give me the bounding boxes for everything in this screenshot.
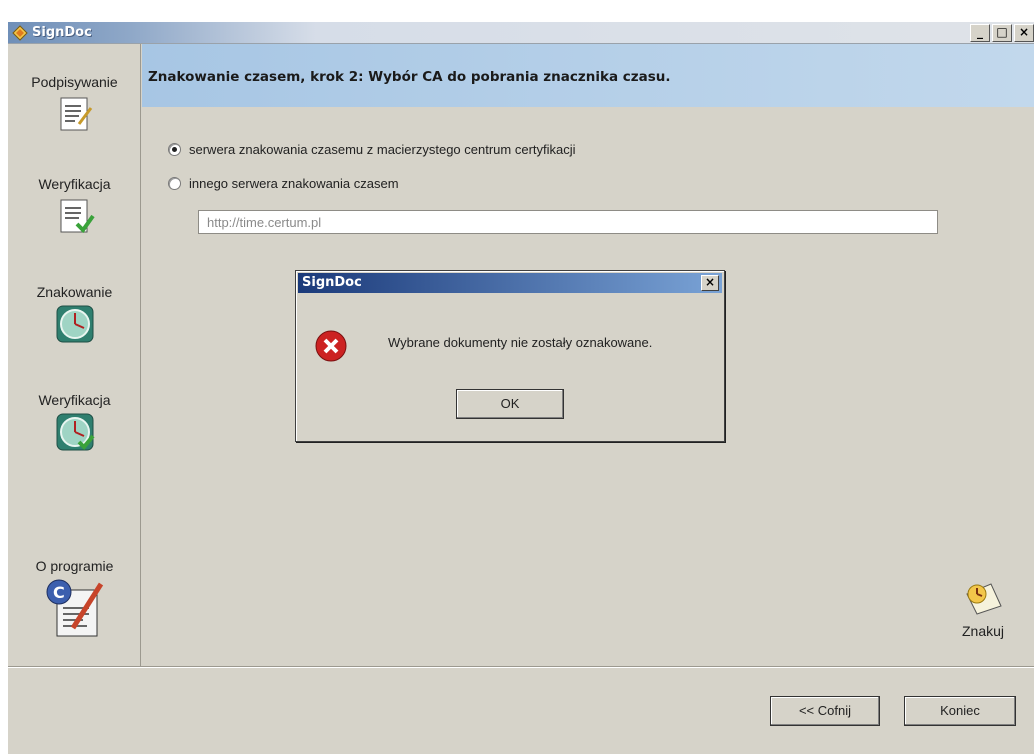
page-title: Znakowanie czasem, krok 2: Wybór CA do p… bbox=[148, 69, 671, 85]
sidebar-item-label: Weryfikacja bbox=[38, 176, 111, 192]
title-bar[interactable]: SignDoc _ □ × bbox=[8, 22, 1034, 44]
dialog-message: Wybrane dokumenty nie zostały oznakowane… bbox=[388, 335, 653, 350]
error-dialog: SignDoc × Wybrane dokumenty nie zostały … bbox=[295, 270, 725, 442]
option-label: serwera znakowania czasemu z macierzyste… bbox=[189, 142, 576, 157]
document-verify-icon bbox=[60, 199, 95, 234]
sidebar-item-weryfikacja[interactable]: Weryfikacja bbox=[8, 176, 141, 239]
maximize-button[interactable]: □ bbox=[992, 24, 1012, 42]
ok-button[interactable]: OK bbox=[456, 389, 564, 419]
sidebar-item-weryfikacja-czasu[interactable]: Weryfikacja bbox=[8, 392, 141, 455]
dialog-title-bar[interactable]: SignDoc × bbox=[298, 273, 722, 293]
document-sign-icon bbox=[60, 97, 92, 131]
close-button[interactable]: × bbox=[1014, 24, 1034, 42]
sidebar: Podpisywanie Weryfikacja Znakowanie Wery… bbox=[8, 44, 141, 666]
option-label: innego serwera znakowania czasem bbox=[189, 176, 399, 191]
footer-divider bbox=[8, 666, 1034, 668]
error-icon bbox=[315, 330, 347, 362]
dialog-title: SignDoc bbox=[302, 275, 362, 290]
option-other-tsa[interactable]: innego serwera znakowania czasem bbox=[168, 176, 399, 191]
tsa-url-input[interactable] bbox=[198, 210, 938, 234]
dialog-close-button[interactable]: × bbox=[701, 275, 719, 291]
sidebar-item-label: O programie bbox=[35, 558, 114, 574]
radio-default-tsa[interactable] bbox=[168, 143, 181, 156]
back-button[interactable]: << Cofnij bbox=[770, 696, 880, 726]
step-header: Znakowanie czasem, krok 2: Wybór CA do p… bbox=[142, 44, 1034, 107]
sidebar-item-podpisywanie[interactable]: Podpisywanie bbox=[8, 74, 141, 137]
sidebar-item-znakowanie[interactable]: Znakowanie bbox=[8, 284, 141, 347]
minimize-button[interactable]: _ bbox=[970, 24, 990, 42]
app-logo-icon bbox=[12, 25, 28, 41]
option-default-tsa[interactable]: serwera znakowania czasemu z macierzyste… bbox=[168, 142, 576, 157]
about-certificate-icon: C bbox=[46, 579, 103, 637]
sidebar-item-label: Znakowanie bbox=[36, 284, 113, 300]
window-title: SignDoc bbox=[32, 25, 92, 40]
sidebar-item-o-programie[interactable]: O programie C bbox=[8, 558, 141, 641]
radio-other-tsa[interactable] bbox=[168, 177, 181, 190]
znakuj-label: Znakuj bbox=[961, 623, 1005, 639]
znakuj-button[interactable]: Znakuj bbox=[943, 580, 1023, 639]
svg-text:C: C bbox=[53, 583, 65, 602]
sidebar-item-label: Podpisywanie bbox=[31, 74, 118, 90]
clock-verify-icon bbox=[56, 413, 95, 451]
clock-icon bbox=[56, 305, 93, 343]
finish-button[interactable]: Koniec bbox=[904, 696, 1016, 726]
sidebar-item-label: Weryfikacja bbox=[38, 392, 111, 408]
stamp-envelope-icon bbox=[966, 583, 1002, 615]
